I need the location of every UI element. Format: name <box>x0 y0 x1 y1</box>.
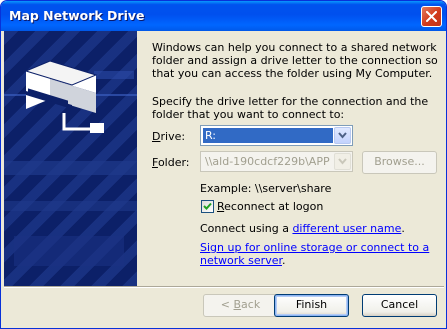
network-drive-icon <box>4 60 137 266</box>
specify-text: Specify the drive letter for the connect… <box>152 95 429 121</box>
folder-label: Folder: <box>152 156 190 169</box>
intro-text: Windows can help you connect to a shared… <box>152 41 438 80</box>
drive-letter-value: R: <box>203 128 333 143</box>
folder-path-value: \\ald-190cdcf229b\APP <box>205 155 330 168</box>
button-separator <box>4 286 444 288</box>
folder-label-rest: older: <box>157 156 190 169</box>
map-network-drive-dialog: Map Network Drive Windows can help you c… <box>0 0 447 329</box>
wizard-side-panel <box>4 31 137 286</box>
example-text: Example: \\server\share <box>200 182 332 195</box>
title-bar[interactable]: Map Network Drive <box>1 1 446 31</box>
chevron-down-icon <box>338 132 347 139</box>
drive-label: Drive: <box>152 130 185 143</box>
folder-dropdown-button[interactable] <box>334 153 351 170</box>
back-button[interactable]: < Back <box>203 294 278 317</box>
back-rest: ack <box>241 298 261 311</box>
signup-suffix: . <box>281 254 286 267</box>
back-accel: B <box>233 298 242 311</box>
back-prefix: < <box>220 298 234 311</box>
folder-combobox[interactable]: \\ald-190cdcf229b\APP <box>200 151 353 172</box>
drive-letter-select[interactable]: R: <box>200 125 353 146</box>
chevron-down-icon <box>338 158 347 165</box>
reconnect-checkbox[interactable] <box>201 200 214 213</box>
connect-using-suffix: . <box>401 222 405 235</box>
close-button[interactable] <box>421 6 442 27</box>
drive-dropdown-button[interactable] <box>334 127 351 144</box>
different-user-name-link[interactable]: different user name <box>292 222 401 235</box>
drive-label-rest: rive: <box>160 130 186 143</box>
close-x-icon <box>426 11 437 22</box>
reconnect-label[interactable]: Reconnect at logon <box>217 200 323 213</box>
finish-button[interactable]: Finish <box>274 294 349 317</box>
connect-using-text: Connect using a different user name. <box>200 222 405 235</box>
cancel-button[interactable]: Cancel <box>362 294 437 317</box>
reconnect-label-rest: econnect at logon <box>224 200 324 213</box>
checkmark-icon <box>203 202 212 210</box>
connect-using-prefix: Connect using a <box>200 222 293 235</box>
signup-online-storage-link[interactable]: Sign up for online storage or connect to… <box>200 241 429 267</box>
window-title: Map Network Drive <box>9 8 145 23</box>
signup-text: Sign up for online storage or connect to… <box>200 241 430 267</box>
browse-button[interactable]: Browse... <box>362 151 437 174</box>
